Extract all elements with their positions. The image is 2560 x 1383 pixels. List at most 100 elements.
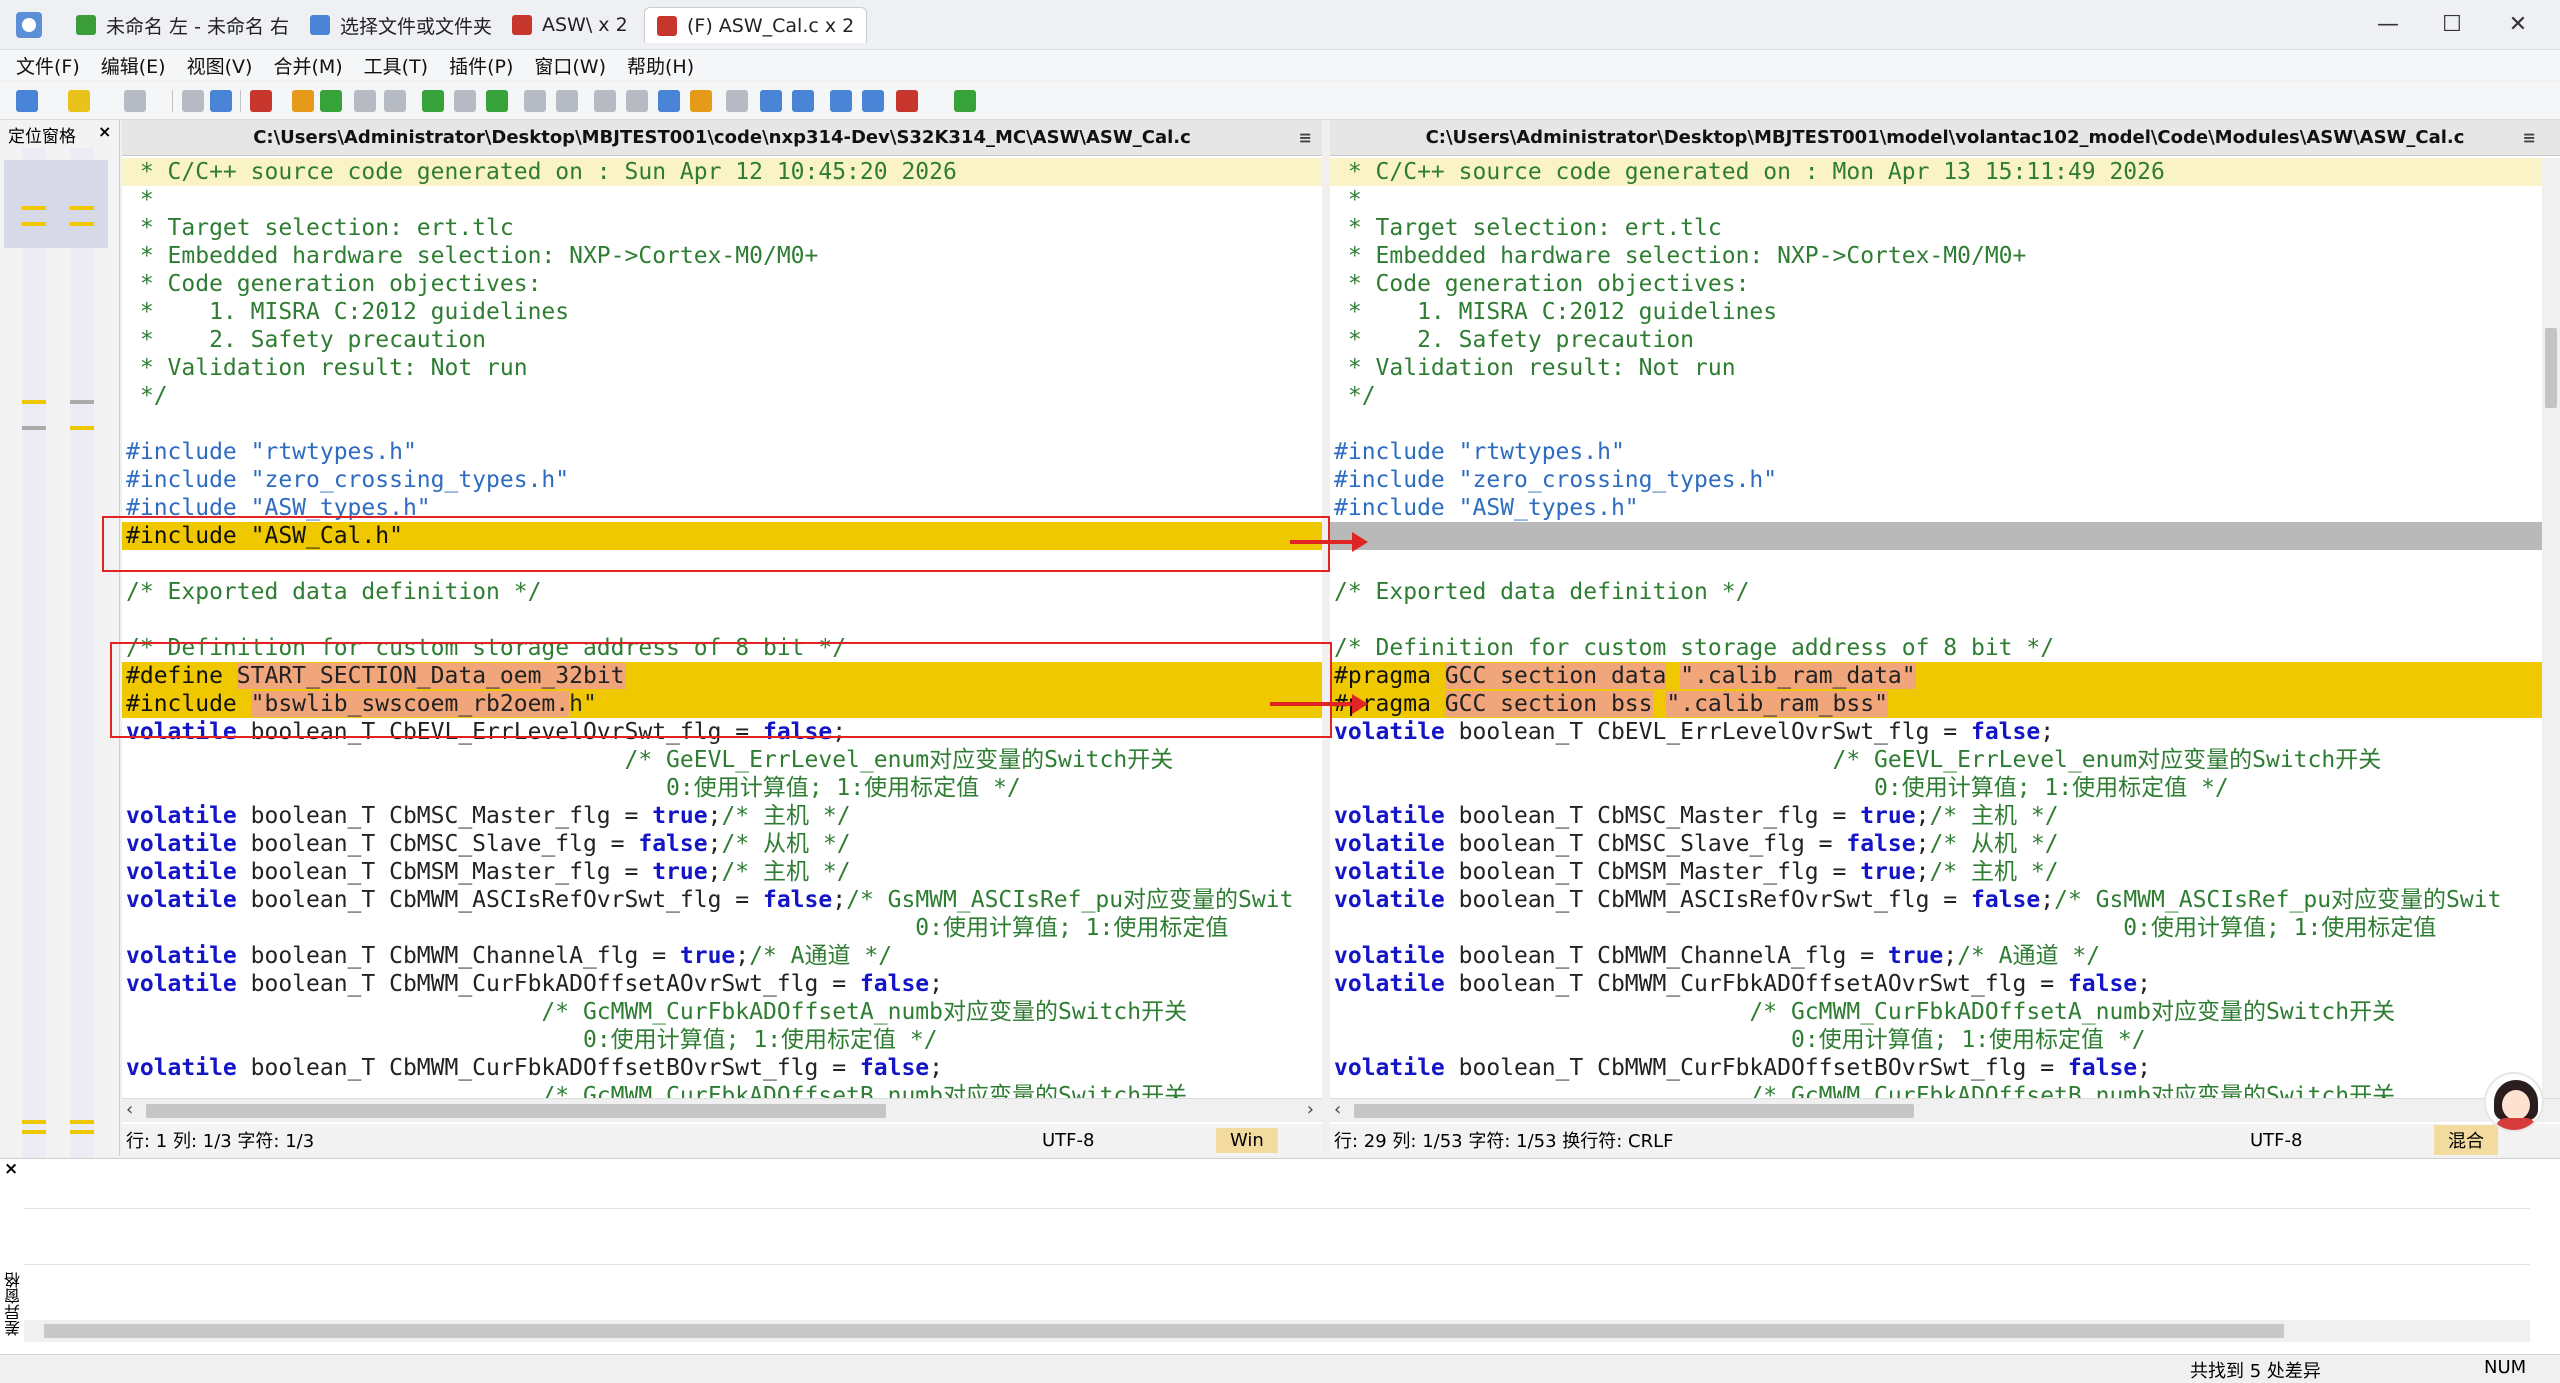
all-left-icon[interactable] (594, 90, 616, 112)
menu-plugins[interactable]: 插件(P) (449, 52, 513, 79)
code-line[interactable]: /* GeEVL_ErrLevel_enum对应变量的Switch开关 (122, 746, 1322, 774)
code-line[interactable]: #include "ASW_types.h" (1330, 494, 2542, 522)
merge-left-icon[interactable] (524, 90, 546, 112)
code-line[interactable]: 0:使用计算值; 1:使用标定值 */ (1330, 774, 2542, 802)
close-window-button[interactable]: ✕ (2488, 6, 2548, 42)
save-icon[interactable] (124, 90, 146, 112)
right-vscroll-thumb[interactable] (2545, 328, 2557, 408)
scroll-right-icon[interactable]: › (1307, 1099, 1314, 1120)
code-line[interactable] (1330, 550, 2542, 578)
code-line[interactable]: volatile boolean_T CbMWM_ASCIsRefOvrSwt_… (1330, 886, 2542, 914)
right-horizontal-scrollbar[interactable]: ‹ (1330, 1098, 2560, 1122)
code-line[interactable]: * C/C++ source code generated on : Sun A… (122, 158, 1322, 186)
code-line[interactable]: #pragma GCC section bss ".calib_ram_bss" (1330, 690, 2542, 718)
prev-diff-icon[interactable] (320, 90, 342, 112)
code-line[interactable] (1330, 522, 2542, 550)
code-line[interactable]: /* Exported data definition */ (122, 578, 1322, 606)
first-diff-icon[interactable] (422, 90, 444, 112)
code-line[interactable]: volatile boolean_T CbMWM_ASCIsRefOvrSwt_… (122, 886, 1322, 914)
code-line[interactable]: #include "rtwtypes.h" (122, 438, 1322, 466)
code-line[interactable]: */ (122, 382, 1322, 410)
move-right-icon[interactable] (862, 90, 884, 112)
code-line[interactable]: * Validation result: Not run (1330, 354, 2542, 382)
code-line[interactable]: * 2. Safety precaution (122, 326, 1322, 354)
code-line[interactable]: #include "zero_crossing_types.h" (1330, 466, 2542, 494)
menu-merge[interactable]: 合并(M) (273, 52, 342, 79)
code-line[interactable]: 0:使用计算值; 1:使用标定值 */ (1330, 1026, 2542, 1054)
locator-left-column[interactable] (22, 148, 46, 1268)
code-line[interactable]: /* GeEVL_ErrLevel_enum对应变量的Switch开关 (1330, 746, 2542, 774)
assistant-avatar[interactable] (2484, 1072, 2544, 1132)
code-line[interactable]: * Target selection: ert.tlc (122, 214, 1322, 242)
code-line[interactable]: 0:使用计算值; 1:使用标定值 (1330, 914, 2542, 942)
copy-to-right-icon[interactable] (384, 90, 406, 112)
nav-right-icon[interactable] (792, 90, 814, 112)
right-vertical-scrollbar[interactable] (2542, 158, 2560, 1098)
tab-asw-cal-file-compare[interactable]: (F) ASW_Cal.c x 2 (644, 7, 868, 43)
code-line[interactable]: volatile boolean_T CbMWM_CurFbkADOffsetB… (122, 1054, 1322, 1082)
left-panel-menu-icon[interactable]: ≡ (1299, 128, 1312, 147)
scroll-left-icon[interactable]: ‹ (126, 1099, 133, 1120)
code-line[interactable]: volatile boolean_T CbMSC_Slave_flg = fal… (1330, 830, 2542, 858)
new-document-icon[interactable] (16, 90, 38, 112)
current-diff-icon[interactable] (454, 90, 476, 112)
code-line[interactable]: 0:使用计算值; 1:使用标定值 */ (122, 774, 1322, 802)
maximize-button[interactable]: ☐ (2422, 6, 2482, 42)
code-line[interactable]: volatile boolean_T CbMWM_ChannelA_flg = … (1330, 942, 2542, 970)
refresh-icon[interactable] (954, 90, 976, 112)
code-line[interactable]: volatile boolean_T CbMSC_Slave_flg = fal… (122, 830, 1322, 858)
code-line[interactable]: /* Exported data definition */ (1330, 578, 2542, 606)
menu-tools[interactable]: 工具(T) (364, 52, 428, 79)
code-line[interactable] (1330, 410, 2542, 438)
left-horizontal-scrollbar[interactable]: ‹ › (122, 1098, 1322, 1122)
diff-pane-row[interactable] (24, 1159, 2530, 1209)
diff-pane-scrollbar[interactable] (24, 1320, 2530, 1342)
diff-pane-close-button[interactable]: × (4, 1159, 18, 1179)
code-line[interactable] (1330, 606, 2542, 634)
code-line[interactable]: volatile boolean_T CbMSM_Master_flg = tr… (122, 858, 1322, 886)
edit-options-icon[interactable] (896, 90, 918, 112)
code-line[interactable]: volatile boolean_T CbMSC_Master_flg = tr… (122, 802, 1322, 830)
merge-right-icon[interactable] (556, 90, 578, 112)
tab-select-file-or-folder[interactable]: 选择文件或文件夹 (298, 7, 504, 43)
options-icon[interactable] (658, 90, 680, 112)
code-line[interactable]: volatile boolean_T CbMSC_Master_flg = tr… (1330, 802, 2542, 830)
last-diff-icon[interactable] (486, 90, 508, 112)
bookmark-icon[interactable] (690, 90, 712, 112)
code-line[interactable]: * 2. Safety precaution (1330, 326, 2542, 354)
undo-icon[interactable] (182, 90, 204, 112)
menu-view[interactable]: 视图(V) (187, 52, 253, 79)
code-line[interactable]: * 1. MISRA C:2012 guidelines (1330, 298, 2542, 326)
tab-asw-folder-compare[interactable]: ASW\ x 2 (500, 7, 640, 43)
code-line[interactable]: /* GcMWM_CurFbkADOffsetB_numb对应变量的Switch… (1330, 1082, 2542, 1098)
right-scroll-thumb[interactable] (1354, 1104, 1914, 1118)
next-diff-icon[interactable] (292, 90, 314, 112)
menu-help[interactable]: 帮助(H) (627, 52, 694, 79)
redo-icon[interactable] (210, 90, 232, 112)
code-line[interactable]: /* GcMWM_CurFbkADOffsetA_numb对应变量的Switch… (1330, 998, 2542, 1026)
menu-window[interactable]: 窗口(W) (534, 52, 606, 79)
left-code-view[interactable]: * C/C++ source code generated on : Sun A… (122, 158, 1322, 1098)
code-line[interactable]: volatile boolean_T CbEVL_ErrLevelOvrSwt_… (1330, 718, 2542, 746)
code-line[interactable]: * Validation result: Not run (122, 354, 1322, 382)
code-line[interactable]: * (122, 186, 1322, 214)
locator-right-column[interactable] (70, 148, 94, 1268)
code-line[interactable]: * Embedded hardware selection: NXP->Cort… (122, 242, 1322, 270)
code-line[interactable]: volatile boolean_T CbMWM_CurFbkADOffsetB… (1330, 1054, 2542, 1082)
code-line[interactable]: * Embedded hardware selection: NXP->Cort… (1330, 242, 2542, 270)
code-line[interactable]: volatile boolean_T CbMSM_Master_flg = tr… (1330, 858, 2542, 886)
code-line[interactable]: #pragma GCC section data ".calib_ram_dat… (1330, 662, 2542, 690)
code-line[interactable]: * C/C++ source code generated on : Mon A… (1330, 158, 2542, 186)
code-line[interactable]: 0:使用计算值; 1:使用标定值 */ (122, 1026, 1322, 1054)
open-folder-icon[interactable] (68, 90, 90, 112)
code-line[interactable]: #include "rtwtypes.h" (1330, 438, 2542, 466)
code-line[interactable]: #include "zero_crossing_types.h" (122, 466, 1322, 494)
nav-left-icon[interactable] (760, 90, 782, 112)
right-code-view[interactable]: * C/C++ source code generated on : Mon A… (1330, 158, 2542, 1098)
all-right-icon[interactable] (626, 90, 648, 112)
diff-pane-row[interactable] (24, 1215, 2530, 1265)
menu-file[interactable]: 文件(F) (16, 52, 80, 79)
tab-untitled-compare[interactable]: 未命名 左 - 未命名 右 (64, 7, 301, 43)
code-line[interactable]: volatile boolean_T CbMWM_ChannelA_flg = … (122, 942, 1322, 970)
code-line[interactable]: volatile boolean_T CbMWM_CurFbkADOffsetA… (1330, 970, 2542, 998)
